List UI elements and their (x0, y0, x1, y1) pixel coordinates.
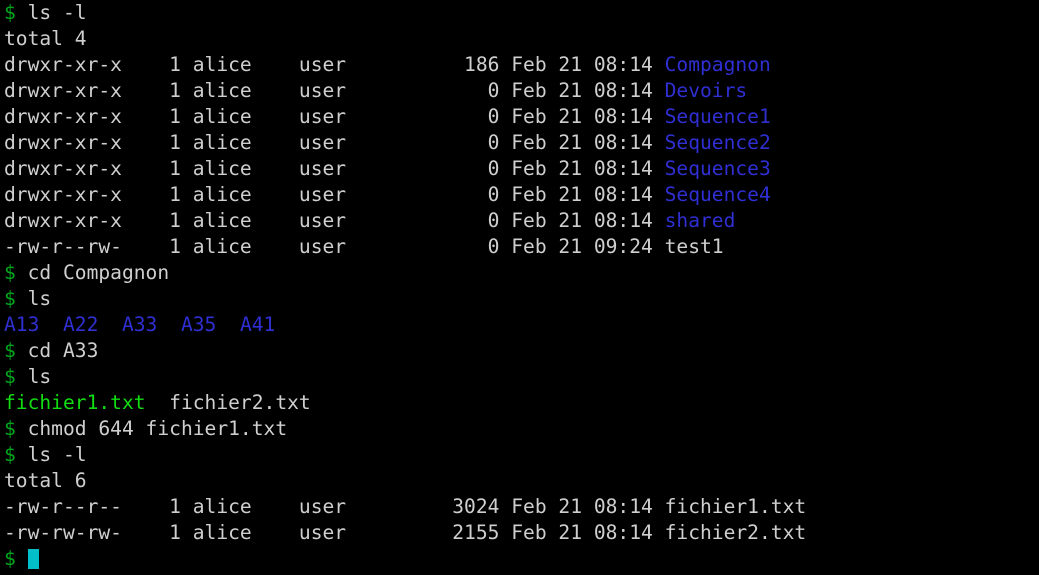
listing-metadata: drwxr-xr-x 1 alice user 0 Feb 21 08:14 (4, 209, 665, 232)
directory-name: A35 (180, 313, 217, 336)
terminal-line: drwxr-xr-x 1 alice user 0 Feb 21 08:14 D… (4, 78, 1039, 104)
listing-metadata: drwxr-xr-x 1 alice user 186 Feb 21 08:14 (4, 53, 665, 76)
file-name: fichier1.txt (664, 495, 807, 518)
terminal-line: drwxr-xr-x 1 alice user 0 Feb 21 08:14 s… (4, 208, 1039, 234)
terminal-line: $ ls -l (4, 0, 1039, 26)
directory-name: shared (664, 209, 736, 232)
terminal-line: $ ls (4, 286, 1039, 312)
command-text: chmod 644 fichier1.txt (15, 417, 288, 440)
prompt-symbol: $ (4, 547, 16, 570)
directory-name: A33 (121, 313, 158, 336)
directory-name: Sequence3 (664, 157, 771, 180)
name-separator (39, 313, 63, 336)
listing-metadata: drwxr-xr-x 1 alice user 0 Feb 21 08:14 (4, 79, 665, 102)
terminal-line: drwxr-xr-x 1 alice user 0 Feb 21 08:14 S… (4, 130, 1039, 156)
directory-name: Sequence1 (664, 105, 771, 128)
terminal-line: total 4 (4, 26, 1039, 52)
directory-name: Sequence2 (664, 131, 771, 154)
terminal-line: -rw-rw-rw- 1 alice user 2155 Feb 21 08:1… (4, 520, 1039, 546)
command-input[interactable] (16, 547, 28, 570)
listing-metadata: drwxr-xr-x 1 alice user 0 Feb 21 08:14 (4, 183, 665, 206)
command-text: ls -l (15, 443, 87, 466)
name-separator (216, 313, 240, 336)
text-cursor (27, 549, 39, 569)
name-separator (146, 391, 170, 414)
directory-name: A13 (4, 313, 40, 336)
command-text: cd A33 (15, 339, 99, 362)
terminal-line: drwxr-xr-x 1 alice user 0 Feb 21 08:14 S… (4, 104, 1039, 130)
prompt-symbol: $ (4, 339, 16, 362)
directory-name: Compagnon (664, 53, 771, 76)
terminal-line: $ chmod 644 fichier1.txt (4, 416, 1039, 442)
directory-name: A41 (239, 313, 276, 336)
terminal-line: $ cd Compagnon (4, 260, 1039, 286)
listing-metadata: drwxr-xr-x 1 alice user 0 Feb 21 08:14 (4, 105, 665, 128)
output-text: total 4 (4, 27, 87, 50)
command-text: ls (15, 365, 52, 388)
terminal-line: drwxr-xr-x 1 alice user 0 Feb 21 08:14 S… (4, 156, 1039, 182)
prompt-symbol: $ (4, 1, 16, 24)
terminal-line: total 6 (4, 468, 1039, 494)
name-separator (157, 313, 181, 336)
directory-name: A22 (62, 313, 99, 336)
directory-name: Devoirs (664, 79, 748, 102)
output-text: total 6 (4, 469, 87, 492)
terminal-line: $ ls (4, 364, 1039, 390)
terminal-line: -rw-r--rw- 1 alice user 0 Feb 21 09:24 t… (4, 234, 1039, 260)
terminal-line: fichier1.txt fichier2.txt (4, 390, 1039, 416)
terminal-line: A13 A22 A33 A35 A41 (4, 312, 1039, 338)
command-text: ls (15, 287, 52, 310)
file-name: fichier2.txt (169, 391, 311, 414)
command-text: cd Compagnon (15, 261, 170, 284)
terminal-line: -rw-r--r-- 1 alice user 3024 Feb 21 08:1… (4, 494, 1039, 520)
prompt-symbol: $ (4, 365, 16, 388)
terminal-window[interactable]: $ ls -l total 4 drwxr-xr-x 1 alice user 18… (0, 0, 1039, 575)
name-separator (98, 313, 122, 336)
file-name: fichier1.txt (4, 391, 146, 414)
prompt-symbol: $ (4, 287, 16, 310)
file-name: fichier2.txt (664, 521, 807, 544)
prompt-symbol: $ (4, 443, 16, 466)
command-text: ls -l (15, 1, 87, 24)
terminal-line: $ cd A33 (4, 338, 1039, 364)
terminal-line: $ (4, 546, 1039, 572)
terminal-line: drwxr-xr-x 1 alice user 0 Feb 21 08:14 S… (4, 182, 1039, 208)
directory-name: Sequence4 (664, 183, 771, 206)
listing-metadata: drwxr-xr-x 1 alice user 0 Feb 21 08:14 (4, 131, 665, 154)
listing-metadata: -rw-r--r-- 1 alice user 3024 Feb 21 08:1… (4, 495, 665, 518)
file-name: test1 (664, 235, 724, 258)
listing-metadata: -rw-rw-rw- 1 alice user 2155 Feb 21 08:1… (4, 521, 665, 544)
listing-metadata: drwxr-xr-x 1 alice user 0 Feb 21 08:14 (4, 157, 665, 180)
terminal-line: drwxr-xr-x 1 alice user 186 Feb 21 08:14… (4, 52, 1039, 78)
prompt-symbol: $ (4, 261, 16, 284)
prompt-symbol: $ (4, 417, 16, 440)
listing-metadata: -rw-r--rw- 1 alice user 0 Feb 21 09:24 (4, 235, 665, 258)
terminal-line: $ ls -l (4, 442, 1039, 468)
